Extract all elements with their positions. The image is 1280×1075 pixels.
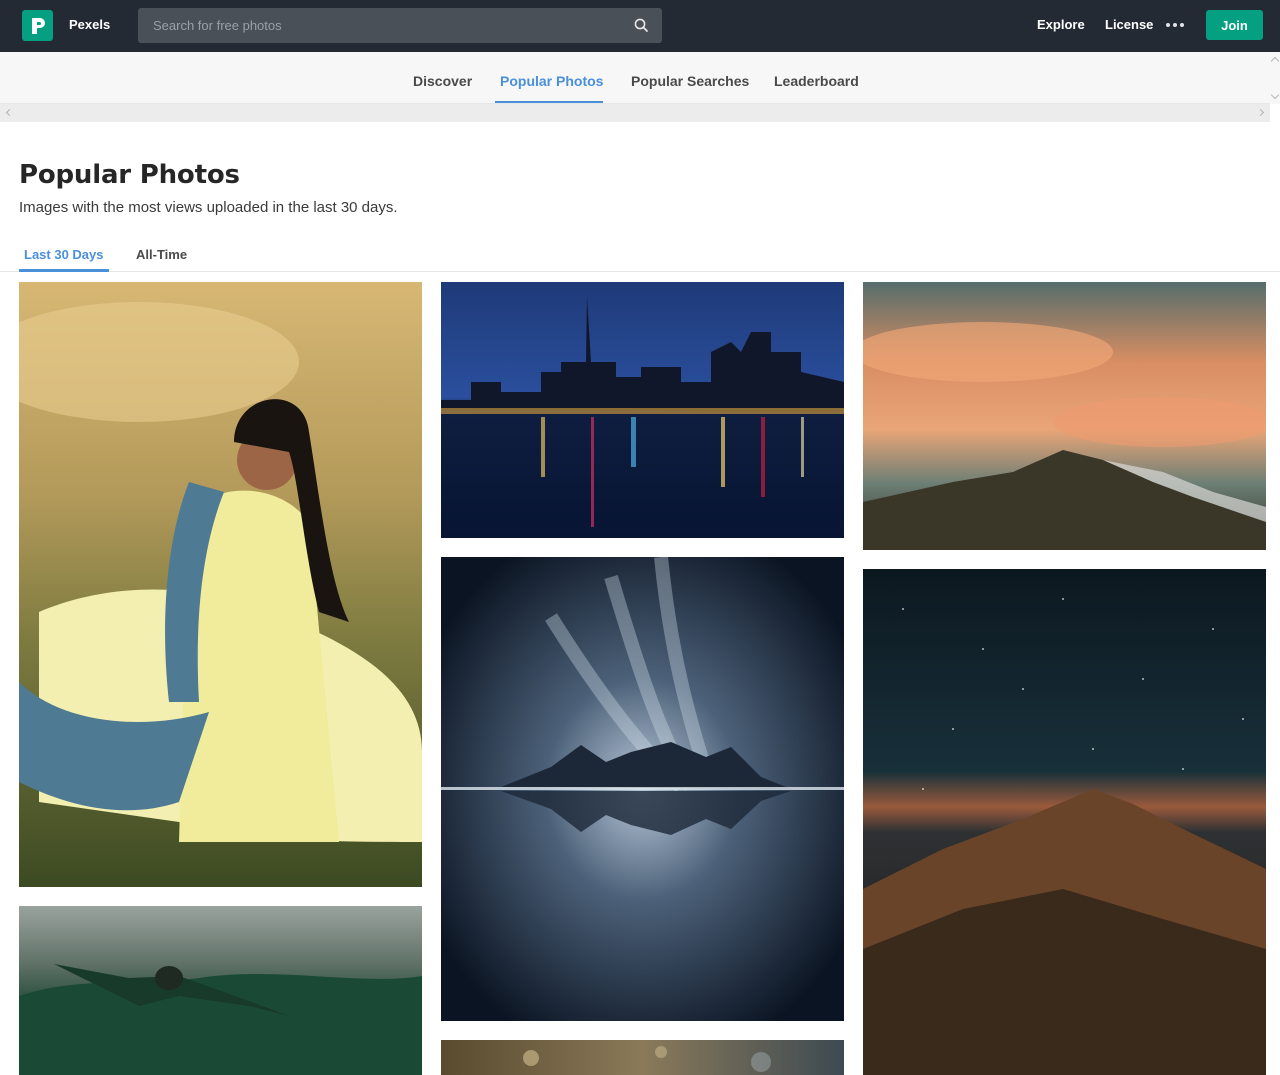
search-bar — [138, 8, 662, 43]
more-options-icon[interactable] — [1166, 17, 1188, 33]
photo-bokeh-photo[interactable] — [441, 1040, 844, 1075]
active-subnav-indicator — [495, 101, 603, 103]
photo-city-skyline-at-night[interactable] — [441, 282, 844, 538]
photo-sunset-mountain-clouds[interactable] — [863, 282, 1266, 550]
active-tab-indicator — [19, 269, 109, 272]
photo-person-arms-outstretched-forest[interactable] — [19, 906, 422, 1075]
scroll-left-icon[interactable] — [5, 108, 14, 117]
page-subtitle: Images with the most views uploaded in t… — [19, 199, 398, 216]
photo-starry-sky-mountain[interactable] — [863, 569, 1266, 1075]
photo-aurora-mountain-reflection[interactable] — [441, 557, 844, 1021]
tab-all-time[interactable]: All-Time — [136, 247, 187, 262]
time-range-tabs: Last 30 Days All-Time — [0, 240, 1280, 272]
scroll-up-icon[interactable] — [1270, 56, 1280, 66]
subnav-item-leaderboard[interactable]: Leaderboard — [774, 73, 859, 89]
scroll-down-icon[interactable] — [1270, 90, 1280, 100]
subnav-item-popular-searches[interactable]: Popular Searches — [631, 73, 749, 89]
nav-license-link[interactable]: License — [1105, 17, 1153, 32]
scroll-right-icon[interactable] — [1256, 108, 1265, 117]
search-icon[interactable] — [633, 17, 650, 34]
join-button[interactable]: Join — [1206, 10, 1263, 40]
page-title: Popular Photos — [19, 160, 240, 190]
subnav-item-popular-photos[interactable]: Popular Photos — [500, 73, 603, 89]
top-header: Pexels Explore License Join — [0, 0, 1280, 52]
subnav-horizontal-scrollbar[interactable] — [0, 104, 1270, 122]
pexels-logo-icon[interactable] — [22, 10, 53, 41]
nav-explore-link[interactable]: Explore — [1037, 17, 1085, 32]
subnav-item-discover[interactable]: Discover — [413, 73, 472, 89]
search-input[interactable] — [138, 8, 662, 43]
photo-woman-in-yellow-dress[interactable] — [19, 282, 422, 887]
subnav-vertical-scrollbar[interactable] — [1270, 52, 1280, 104]
brand-name[interactable]: Pexels — [69, 17, 110, 32]
secondary-nav: Discover Popular Photos Popular Searches… — [0, 52, 1270, 104]
tab-last-30-days[interactable]: Last 30 Days — [24, 247, 104, 262]
